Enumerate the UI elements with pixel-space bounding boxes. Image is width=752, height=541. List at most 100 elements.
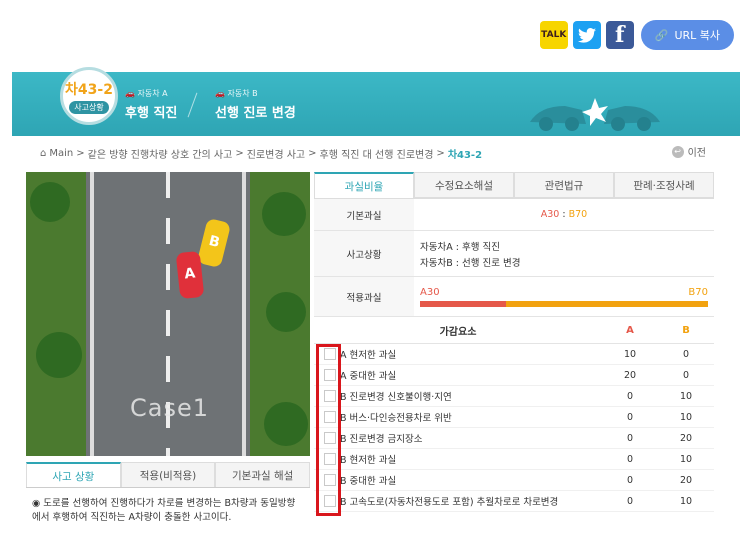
modifier-table: 가감요소 A B A 현저한 과실 10 0 A 중대한 과실 20 0 B 진로변경 신호… [314,318,714,512]
modifier-row: A 현저한 과실 10 0 [314,344,714,365]
car-a: A [175,250,205,300]
share-bar: TALK f 🔗 URL 복사 [539,20,734,50]
modifier-label: B 고속도로(자동차전용도로 포함) 추월차로로 차로변경 [340,497,559,508]
modifier-label: B 진로변경 신호불이행·지연 [340,392,452,403]
car-b-label: 🚗 자동차 B [215,89,258,98]
url-copy-button[interactable]: 🔗 URL 복사 [640,20,734,50]
tab-basic-fault-explanation[interactable]: 기본과실 해설 [215,462,311,487]
situation-b: 자동차B : 선행 진로 변경 [420,257,521,269]
tab-case-precedents[interactable]: 판례·조정사례 [614,172,714,198]
accident-video[interactable]: B A Case1 [26,172,310,456]
modifier-label: B 현저한 과실 [340,455,397,466]
modifier-a-value: 20 [623,369,637,381]
breadcrumb-item[interactable]: 같은 방향 진행차량 상호 간의 사고 [88,146,233,161]
breadcrumb-item[interactable]: 진로변경 사고 [247,146,305,161]
basic-fault-label: 기본과실 [314,199,414,230]
modifier-header: 가감요소 A B [314,318,714,344]
url-copy-label: URL 복사 [674,29,720,42]
accident-description: ◉ 도로를 선행하여 진행하다가 차로를 변경하는 B차량과 동일방향에서 후행… [32,498,296,523]
applied-fault-a: A30 [420,287,440,298]
modifier-row: B 고속도로(자동차전용도로 포함) 추월차로로 차로변경 0 10 [314,491,714,512]
applied-fault-row: 적용과실 A30 B70 [314,277,714,317]
fault-info-table: 기본과실 A30 : B70 사고상황 자동차A : 후행 직진 자동차B : … [314,198,714,317]
car-a-action: 후행 직진 [125,106,178,121]
tree [262,192,306,236]
tab-accident-situation[interactable]: 사고 상황 [26,462,121,487]
tree [264,402,308,446]
case-caption: Case1 [130,394,210,422]
modifier-label: B 중대한 과실 [340,476,397,487]
modifier-a-value: 0 [626,495,634,507]
modifier-label: A 중대한 과실 [340,371,397,382]
situation-row: 사고상황 자동차A : 후행 직진 자동차B : 선행 진로 변경 [314,231,714,277]
modifier-row: B 중대한 과실 0 20 [314,470,714,491]
case-badge: 차43-2 사고상황 [60,67,118,125]
tree [30,182,70,222]
tree [36,332,82,378]
left-tab-bar: 사고 상황 적용(비적용) 기본과실 해설 [26,462,311,488]
modifier-a-value: 10 [623,348,637,360]
modifier-header-label: 가감요소 [439,327,477,338]
kakao-talk-icon[interactable]: TALK [539,21,568,49]
modifier-b-value: 10 [679,411,693,423]
road-edge [90,172,94,456]
breadcrumb-current: 차43-2 [447,150,483,161]
basic-fault-value: A30 : B70 [414,199,714,230]
back-label: 이전 [687,148,706,159]
checkbox-highlight [316,344,341,516]
modifier-label: B 버스·다인승전용차로 위반 [340,413,452,424]
fault-bar-a [420,301,507,307]
breadcrumb-item[interactable]: 후행 직진 대 선행 진로변경 [320,146,434,161]
modifier-a-value: 0 [626,432,634,444]
back-button[interactable]: ↩ 이전 [671,144,706,159]
fault-ratio-bar [420,301,708,307]
breadcrumb-home[interactable]: Main [49,148,73,159]
car-a-label: 🚗 자동차 A [125,89,168,98]
modifier-a-value: 0 [626,390,634,402]
modifier-a-value: 0 [626,474,634,486]
modifier-b-value: 10 [679,495,693,507]
back-arrow-icon: ↩ [671,145,684,158]
car-b-action: 선행 진로 변경 [215,106,296,121]
modifier-header-b: B [682,325,690,336]
crash-illustration-icon [530,98,660,131]
applied-fault-label: 적용과실 [314,277,414,316]
case-badge-sub: 사고상황 [69,100,109,114]
facebook-icon[interactable]: f [605,21,634,49]
tab-related-laws[interactable]: 관련법규 [514,172,614,198]
fault-bar-b [506,301,708,307]
modifier-b-value: 0 [682,348,690,360]
basic-fault-sep: : [559,209,569,220]
home-icon[interactable]: ⌂ [40,148,46,159]
right-tab-bar: 과실비율 수정요소해설 관련법규 판례·조정사례 [314,172,714,198]
modifier-b-value: 20 [679,474,693,486]
applied-fault-b: B70 [688,287,708,298]
road-edge [242,172,246,456]
modifier-b-value: 0 [682,369,690,381]
modifier-b-value: 10 [679,453,693,465]
modifier-row: B 버스·다인승전용차로 위반 0 10 [314,407,714,428]
link-icon: 🔗 [654,28,669,42]
modifier-row: B 진로변경 신호불이행·지연 0 10 [314,386,714,407]
tab-applicability[interactable]: 적용(비적용) [120,462,216,487]
modifier-b-value: 10 [679,390,693,402]
car-b-info: 🚗 자동차 B 선행 진로 변경 [215,88,296,121]
case-banner: 차43-2 사고상황 🚗 자동차 A 후행 직진 🚗 자동차 B 선행 진로 변… [12,67,740,136]
car-a-info: 🚗 자동차 A 후행 직진 [125,88,177,121]
tree [266,292,306,332]
modifier-a-value: 0 [626,453,634,465]
modifier-row: A 중대한 과실 20 0 [314,365,714,386]
modifier-label: B 진로변경 금지장소 [340,434,423,445]
case-code: 차43-2 [65,81,113,98]
tab-fault-ratio[interactable]: 과실비율 [314,172,414,198]
basic-fault-b: B70 [568,209,588,220]
modifier-row: B 진로변경 금지장소 0 20 [314,428,714,449]
twitter-icon[interactable] [572,21,601,49]
breadcrumb: ⌂ Main > 같은 방향 진행차량 상호 간의 사고 > 진로변경 사고 >… [40,146,483,161]
modifier-b-value: 20 [679,432,693,444]
basic-fault-a: A30 [540,209,560,220]
tab-modifier-explanation[interactable]: 수정요소해설 [414,172,514,198]
divider [187,92,198,118]
basic-fault-row: 기본과실 A30 : B70 [314,199,714,231]
modifier-a-value: 0 [626,411,634,423]
